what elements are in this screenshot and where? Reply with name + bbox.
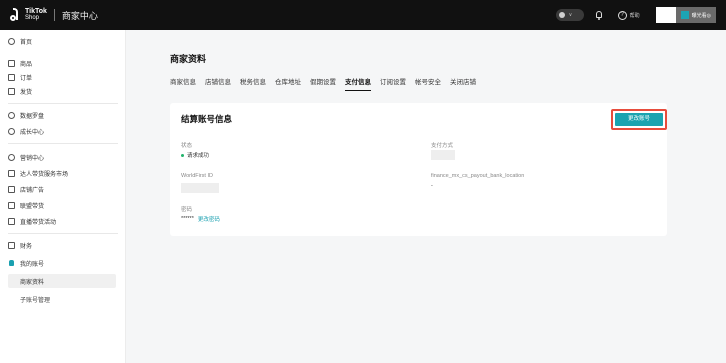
sidebar-item-my-account[interactable]: 我的账号: [8, 258, 44, 268]
status-toggle[interactable]: ∨: [555, 9, 584, 21]
tab-holiday-settings[interactable]: 假期设置: [310, 76, 336, 91]
sidebar-item-label: 子账号管理: [20, 297, 51, 304]
payout-bank-location-label: finance_mx_cs_payout_bank_location: [431, 173, 525, 179]
status-dot-icon: [558, 12, 565, 18]
worldfirst-id-value-redacted: [181, 183, 219, 193]
sidebar-item-orders[interactable]: 订单: [8, 72, 32, 82]
shipping-icon: [8, 87, 15, 95]
sidebar-item-label: 发货: [20, 89, 33, 96]
sidebar-item-label: 店铺广告: [20, 187, 45, 194]
password-row: ****** 更改密码: [181, 215, 220, 223]
tab-payment-info[interactable]: 支付信息: [345, 76, 371, 91]
settlement-account-card: 结算账号信息 更改账号 状态 请求成功 支付方式 WorldFirst ID f…: [170, 103, 667, 236]
tab-warehouse-address[interactable]: 仓库地址: [275, 76, 301, 91]
sidebar-item-shop-ads[interactable]: 店铺广告: [8, 184, 44, 194]
sidebar-item-label: 成长中心: [20, 129, 45, 136]
ads-icon: [8, 185, 15, 193]
help-label: 帮助: [629, 12, 640, 19]
status-badge: 请求成功: [181, 151, 209, 159]
affiliate-icon: [8, 201, 15, 209]
bell-icon[interactable]: [594, 10, 604, 20]
account-name: 曝光看◎: [691, 12, 711, 19]
help-icon: ?: [617, 10, 627, 20]
tab-close-shop[interactable]: 关闭店铺: [450, 76, 476, 91]
sidebar: 首页 商品 订单 发货 数据罗盘 成长中心 营销中心 达人带货服务市场 店铺广告…: [0, 30, 126, 363]
order-icon: [8, 73, 15, 81]
card-title: 结算账号信息: [181, 114, 233, 124]
sidebar-divider: [8, 143, 118, 144]
live-icon: [8, 217, 15, 225]
marketing-icon: [8, 153, 15, 161]
brand-name: TikTok: [25, 8, 47, 15]
sidebar-item-home[interactable]: 首页: [8, 36, 32, 46]
account-icon: [9, 260, 14, 266]
sidebar-item-label: 联盟带货: [20, 203, 45, 210]
shop-badge-icon: [680, 11, 689, 19]
sidebar-item-label: 商家资料: [20, 279, 45, 286]
sidebar-item-affiliate[interactable]: 联盟带货: [8, 200, 44, 210]
tab-subscription-settings[interactable]: 订阅设置: [380, 76, 406, 91]
sidebar-item-data-compass[interactable]: 数据罗盘: [8, 110, 44, 120]
tab-tax-info[interactable]: 税务信息: [240, 76, 266, 91]
sidebar-item-creator-market[interactable]: 达人带货服务市场: [8, 168, 68, 178]
sidebar-subitem-sub-accounts[interactable]: 子账号管理: [20, 294, 50, 304]
top-navigation-bar: TikTok Shop 商家中心 ∨ ? 帮助 曝光看◎: [0, 0, 726, 30]
finance-icon: [8, 241, 15, 249]
tab-shop-info[interactable]: 店铺信息: [205, 76, 231, 91]
product-icon: [8, 59, 15, 67]
creator-icon: [8, 169, 15, 177]
tiktok-logo-icon: [10, 8, 22, 22]
sidebar-item-live-campaigns[interactable]: 直播带货活动: [8, 216, 56, 226]
change-account-label: 更改账号: [615, 113, 663, 126]
sidebar-item-label: 商品: [20, 61, 33, 68]
sidebar-item-label: 达人带货服务市场: [20, 171, 69, 178]
success-dot-icon: [181, 153, 184, 157]
home-icon: [8, 37, 15, 45]
sidebar-item-growth-center[interactable]: 成长中心: [8, 126, 44, 136]
sidebar-item-marketing[interactable]: 营销中心: [8, 152, 44, 162]
profile-tabs: 商家信息 店铺信息 税务信息 仓库地址 假期设置 支付信息 订阅设置 帐号安全 …: [170, 76, 485, 91]
header-divider: [53, 9, 55, 21]
payment-method-value-redacted: [431, 150, 455, 160]
sidebar-item-label: 财务: [20, 243, 33, 250]
page-title: 商家资料: [170, 54, 207, 64]
sidebar-item-shipping[interactable]: 发货: [8, 86, 32, 96]
status-value: 请求成功: [187, 153, 210, 159]
sidebar-item-products[interactable]: 商品: [8, 58, 32, 68]
sidebar-item-label: 我的账号: [20, 261, 45, 268]
worldfirst-id-label: WorldFirst ID: [181, 173, 213, 179]
sidebar-item-finance[interactable]: 财务: [8, 240, 32, 250]
sidebar-divider: [8, 233, 118, 234]
sidebar-divider: [8, 103, 118, 104]
sidebar-item-label: 数据罗盘: [20, 113, 45, 120]
tiktok-shop-logo[interactable]: TikTok Shop: [10, 8, 47, 22]
password-value: ******: [181, 216, 194, 222]
avatar: [655, 7, 676, 23]
growth-icon: [8, 127, 15, 135]
chevron-down-icon: ∨: [568, 12, 573, 18]
account-menu[interactable]: 曝光看◎: [655, 7, 716, 23]
change-account-button[interactable]: 更改账号: [611, 109, 667, 130]
change-password-link[interactable]: 更改密码: [198, 215, 220, 223]
seller-center-title: 商家中心: [61, 10, 98, 21]
payment-method-label: 支付方式: [431, 143, 454, 149]
compass-icon: [8, 111, 15, 119]
sidebar-item-label: 直播带货活动: [20, 219, 57, 226]
sidebar-item-label: 营销中心: [20, 155, 45, 162]
password-label: 密码: [181, 207, 193, 213]
brand-sub: Shop: [25, 15, 40, 21]
tab-merchant-info[interactable]: 商家信息: [170, 76, 196, 91]
status-label: 状态: [181, 143, 193, 149]
tab-account-security[interactable]: 帐号安全: [415, 76, 441, 91]
sidebar-subitem-merchant-profile[interactable]: 商家资料: [8, 274, 116, 288]
sidebar-item-label: 首页: [20, 39, 33, 46]
help-button[interactable]: ? 帮助: [617, 10, 640, 20]
sidebar-item-label: 订单: [20, 75, 33, 82]
payout-bank-location-value: -: [431, 183, 433, 189]
